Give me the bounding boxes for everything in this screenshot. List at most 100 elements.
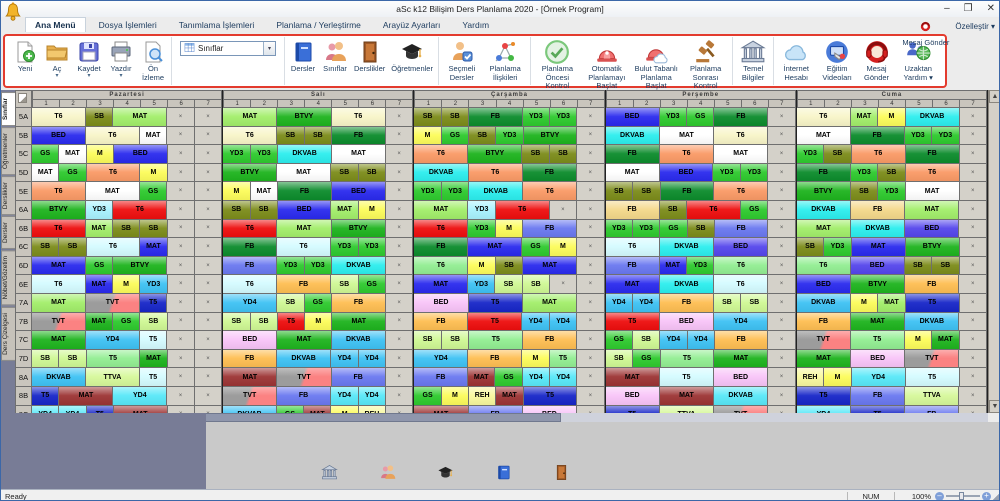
- lesson-card-T6[interactable]: T6: [223, 126, 278, 146]
- lesson-card-T6[interactable]: T6: [796, 256, 851, 276]
- lesson-card-T6[interactable]: T6: [414, 145, 469, 164]
- empty-slot[interactable]: ×: [577, 108, 605, 127]
- lesson-card-T6[interactable]: T6: [659, 145, 715, 164]
- lesson-card-MAT[interactable]: MAT: [414, 405, 469, 413]
- class-label[interactable]: 5C: [15, 145, 32, 164]
- lesson-card-T6[interactable]: T6: [32, 275, 86, 294]
- lesson-card-FB[interactable]: FB: [660, 182, 715, 201]
- lesson-card-YD4[interactable]: YD4: [796, 405, 852, 413]
- lesson-card-SB[interactable]: SB: [32, 238, 60, 257]
- empty-slot[interactable]: ×: [577, 182, 605, 201]
- lesson-card-M[interactable]: M: [414, 126, 442, 146]
- empty-slot[interactable]: ×: [577, 349, 605, 369]
- lesson-card-YD4[interactable]: YD4: [660, 331, 688, 350]
- side-tab-n-bet-g-zetim[interactable]: Nöbet/Gözetim: [1, 250, 15, 306]
- ribbon-button-headset[interactable]: Mesaj Gönder: [858, 37, 896, 85]
- lesson-card-FB[interactable]: FB: [414, 238, 469, 257]
- empty-slot[interactable]: ×: [768, 293, 796, 313]
- lesson-card-BTVY[interactable]: BTVY: [796, 182, 851, 201]
- lesson-card-T6[interactable]: T6: [495, 200, 550, 220]
- lesson-card-DKVAB[interactable]: DKVAB: [331, 331, 386, 350]
- lesson-card-MAT[interactable]: MAT: [659, 386, 715, 406]
- lesson-card-YD4[interactable]: YD4: [85, 331, 140, 350]
- empty-slot[interactable]: ×: [959, 219, 988, 239]
- maximize-button[interactable]: ❐: [964, 2, 973, 15]
- lesson-card-DKVAB[interactable]: DKVAB: [605, 126, 660, 146]
- lesson-card-T6[interactable]: T6: [523, 182, 578, 201]
- lesson-card-T5[interactable]: T5: [850, 331, 905, 350]
- lesson-card-YD3[interactable]: YD3: [713, 163, 741, 183]
- ribbon-button-cloud[interactable]: İnternet Hesabı: [776, 37, 816, 85]
- lesson-card-BED[interactable]: BED: [277, 200, 332, 220]
- lesson-card-BED[interactable]: BED: [605, 386, 660, 406]
- lesson-card-BED[interactable]: BED: [850, 256, 905, 276]
- lesson-card-FB[interactable]: FB: [714, 331, 769, 350]
- empty-slot[interactable]: ×: [194, 126, 223, 146]
- ribbon-button-check-circle[interactable]: Planlama Öncesi Kontrol: [533, 37, 582, 90]
- lesson-card-DKVAB[interactable]: DKVAB: [32, 368, 86, 387]
- lesson-card-DKVAB[interactable]: DKVAB: [469, 182, 524, 201]
- class-label[interactable]: 7D: [15, 349, 32, 369]
- lesson-card-DKVAB[interactable]: DKVAB: [905, 312, 960, 332]
- chevron-down-icon[interactable]: ▾: [119, 73, 122, 79]
- side-tab-s-n-flar[interactable]: Sınıflar: [1, 92, 15, 127]
- lesson-card-TVT[interactable]: TVT: [277, 368, 332, 387]
- class-label[interactable]: 6E: [15, 275, 32, 294]
- lesson-card-SB[interactable]: SB: [112, 219, 141, 239]
- lesson-card-GS[interactable]: GS: [495, 368, 523, 387]
- minimize-button[interactable]: –: [944, 2, 950, 15]
- zoom-slider-thumb[interactable]: [959, 492, 964, 500]
- lesson-card-TTVA[interactable]: TTVA: [659, 405, 715, 413]
- lesson-card-REH[interactable]: REH: [358, 405, 387, 413]
- lesson-card-YD3[interactable]: YD3: [250, 145, 279, 164]
- lesson-card-FB[interactable]: FB: [414, 312, 469, 332]
- lesson-card-FB[interactable]: FB: [523, 331, 578, 350]
- empty-slot[interactable]: ×: [385, 145, 414, 164]
- lesson-card-TTVA[interactable]: TTVA: [85, 368, 140, 387]
- empty-slot[interactable]: ×: [959, 405, 988, 413]
- lesson-card-YD3[interactable]: YD3: [549, 108, 578, 127]
- empty-slot[interactable]: ×: [385, 349, 414, 369]
- class-label[interactable]: 5E: [15, 182, 32, 201]
- lesson-card-M[interactable]: M: [549, 238, 578, 257]
- lesson-card-SB[interactable]: SB: [441, 331, 470, 350]
- lesson-card-SB[interactable]: SB: [250, 312, 278, 332]
- lesson-card-MAT[interactable]: MAT: [85, 182, 140, 201]
- lesson-card-BED[interactable]: BED: [851, 349, 906, 369]
- empty-slot[interactable]: ×: [194, 256, 223, 276]
- empty-slot[interactable]: ×: [385, 108, 414, 127]
- lesson-card-YD3[interactable]: YD3: [605, 219, 633, 239]
- lesson-card-MAT[interactable]: MAT: [332, 312, 387, 332]
- empty-slot[interactable]: ×: [385, 126, 414, 146]
- lesson-card-SB[interactable]: SB: [32, 349, 60, 369]
- lesson-card-SB[interactable]: SB: [331, 275, 359, 294]
- lesson-card-SB[interactable]: SB: [605, 182, 634, 201]
- lesson-card-MAT[interactable]: MAT: [850, 108, 879, 127]
- lesson-card-BED[interactable]: BED: [796, 275, 852, 294]
- lesson-card-SB[interactable]: SB: [796, 238, 825, 257]
- menu-tab-5[interactable]: Arayüz Ayarları: [374, 18, 449, 32]
- lesson-card-YD3[interactable]: YD3: [522, 108, 550, 127]
- empty-slot[interactable]: ×: [768, 256, 796, 276]
- lesson-card-YD4[interactable]: YD4: [59, 405, 87, 413]
- lesson-card-GS[interactable]: GS: [85, 256, 114, 276]
- lesson-card-T5[interactable]: T5: [905, 293, 960, 313]
- lesson-card-T6[interactable]: T6: [331, 108, 386, 127]
- lesson-card-MAT[interactable]: MAT: [414, 275, 469, 294]
- lesson-card-T5[interactable]: T5: [468, 293, 523, 313]
- lesson-card-M[interactable]: M: [904, 331, 933, 350]
- empty-slot[interactable]: ×: [167, 293, 195, 313]
- empty-slot[interactable]: ×: [959, 368, 988, 387]
- lesson-card-YD4[interactable]: YD4: [331, 349, 359, 369]
- lesson-card-BTVY[interactable]: BTVY: [905, 238, 960, 257]
- lesson-card-FB[interactable]: FB: [223, 256, 278, 276]
- lesson-card-MAT[interactable]: MAT: [223, 108, 278, 127]
- lesson-card-T6[interactable]: T6: [414, 219, 469, 239]
- lesson-card-MAT[interactable]: MAT: [905, 200, 960, 220]
- lesson-card-SB[interactable]: SB: [414, 108, 442, 127]
- lesson-card-SB[interactable]: SB: [59, 349, 87, 369]
- lesson-card-T6[interactable]: T6: [851, 145, 906, 164]
- empty-slot[interactable]: ×: [167, 126, 195, 146]
- empty-slot[interactable]: ×: [768, 349, 796, 369]
- lesson-card-T5[interactable]: T5: [605, 312, 660, 332]
